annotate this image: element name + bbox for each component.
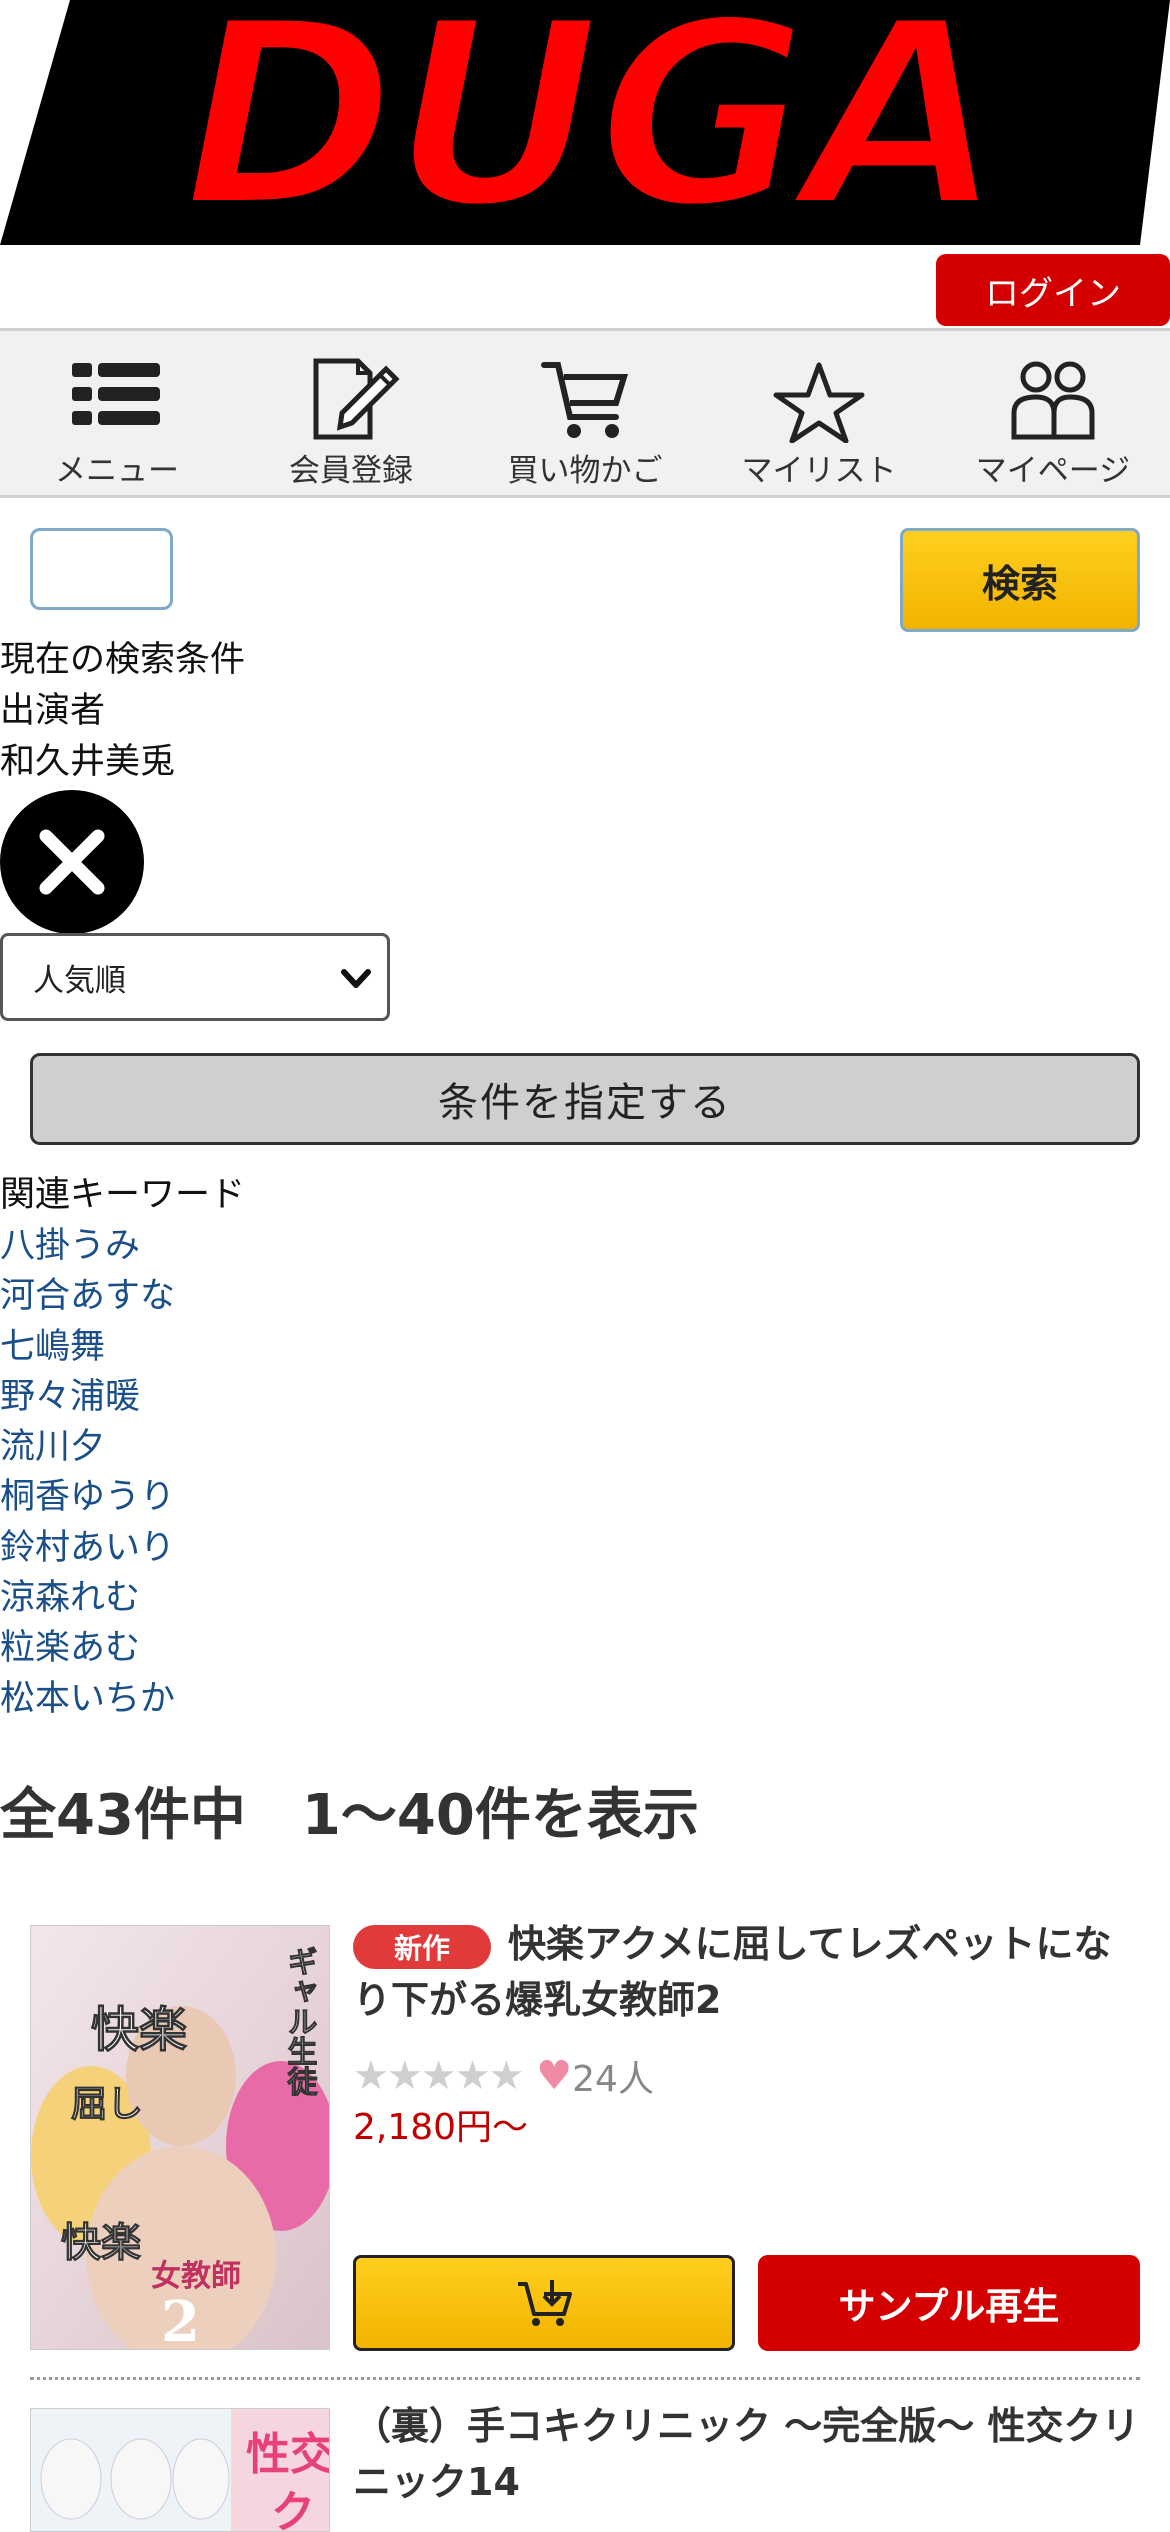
chevron-down-icon xyxy=(341,969,371,988)
keyword-list: 八掛うみ 河合あすな 七嶋舞 野々浦暖 流川夕 桐香ゆうり 鈴村あいり 涼森れむ… xyxy=(0,1221,175,1724)
condition-value: 和久井美兎 xyxy=(0,742,176,782)
user-icon xyxy=(1011,361,1095,440)
keyword-link[interactable]: 松本いちか xyxy=(0,1674,175,1724)
cart-icon xyxy=(541,362,629,438)
rating-row: ★★★★★ ♥ 24人 xyxy=(353,2050,654,2102)
clear-condition-button[interactable] xyxy=(0,790,144,934)
product-title[interactable]: （裏）手コキクリニック 〜完全版〜 性交クリニック14 xyxy=(353,2398,1143,2510)
condition-type: 出演者 xyxy=(0,691,106,731)
cover-text: ク xyxy=(271,2487,315,2532)
nav-mypage[interactable]: マイページ xyxy=(936,331,1170,495)
sort-select[interactable]: 人気順 xyxy=(0,933,390,1021)
product-thumbnail[interactable]: 性交 ク xyxy=(30,2408,330,2532)
result-count: 全43件中 1〜40件を表示 xyxy=(0,1783,699,1848)
duga-logo[interactable]: DUGA xyxy=(0,0,1170,250)
main-nav: メニュー 会員登録 買い物かご マイリスト マイページ xyxy=(0,328,1170,498)
cover-text: 屈し xyxy=(71,2083,143,2125)
search-input[interactable] xyxy=(30,528,173,610)
nav-label: 会員登録 xyxy=(289,453,413,489)
product-thumbnail[interactable]: 快楽 快楽 ギャル生徒 屈し 女教師 2 xyxy=(30,1925,330,2350)
apply-conditions-button[interactable]: 条件を指定する xyxy=(30,1053,1140,1145)
keyword-link[interactable]: 桐香ゆうり xyxy=(0,1472,175,1522)
register-icon xyxy=(313,358,400,440)
add-to-cart-button[interactable] xyxy=(353,2255,735,2351)
keywords-heading: 関連キーワード xyxy=(0,1175,246,1215)
keyword-link[interactable]: 流川夕 xyxy=(0,1422,175,1472)
menu-icon xyxy=(72,363,160,425)
keyword-link[interactable]: 野々浦暖 xyxy=(0,1372,175,1422)
cover-text: 2 xyxy=(161,2289,200,2350)
keyword-link[interactable]: 粒楽あむ xyxy=(0,1623,175,1673)
sort-selected: 人気順 xyxy=(33,962,126,999)
conditions-heading: 現在の検索条件 xyxy=(0,640,246,680)
nav-cart[interactable]: 買い物かご xyxy=(468,331,702,495)
heart-icon: ♥ xyxy=(536,2053,573,2099)
keyword-link[interactable]: 河合あすな xyxy=(0,1271,175,1321)
cart-download-icon xyxy=(518,2280,572,2326)
nav-label: メニュー xyxy=(55,453,179,489)
nav-mylist[interactable]: マイリスト xyxy=(702,331,936,495)
search-button[interactable]: 検索 xyxy=(900,528,1140,632)
cover-text: 快楽 xyxy=(91,2002,187,2058)
nav-label: マイページ xyxy=(975,453,1131,489)
login-button[interactable]: ログイン xyxy=(936,254,1170,326)
logo-text: DUGA xyxy=(181,0,999,250)
nav-label: マイリスト xyxy=(741,453,897,489)
keyword-link[interactable]: 鈴村あいり xyxy=(0,1523,175,1573)
likes-count: 24人 xyxy=(572,2059,654,2100)
star-icon xyxy=(773,362,865,443)
close-icon xyxy=(39,829,105,895)
nav-register[interactable]: 会員登録 xyxy=(234,331,468,495)
cover-text: 性交 xyxy=(246,2429,330,2480)
sample-play-button[interactable]: サンプル再生 xyxy=(758,2255,1140,2351)
cover-text: 快楽 xyxy=(61,2219,141,2266)
cover-text: ギャル生徒 xyxy=(282,1946,319,2097)
nav-label: 買い物かご xyxy=(507,453,663,489)
nav-menu[interactable]: メニュー xyxy=(0,331,234,495)
new-badge: 新作 xyxy=(353,1925,491,1969)
keyword-link[interactable]: 涼森れむ xyxy=(0,1573,175,1623)
product-price: 2,180円〜 xyxy=(353,2107,529,2148)
keyword-link[interactable]: 八掛うみ xyxy=(0,1221,175,1271)
divider xyxy=(30,2377,1140,2380)
rating-stars: ★★★★★ xyxy=(353,2053,524,2099)
keyword-link[interactable]: 七嶋舞 xyxy=(0,1322,175,1372)
